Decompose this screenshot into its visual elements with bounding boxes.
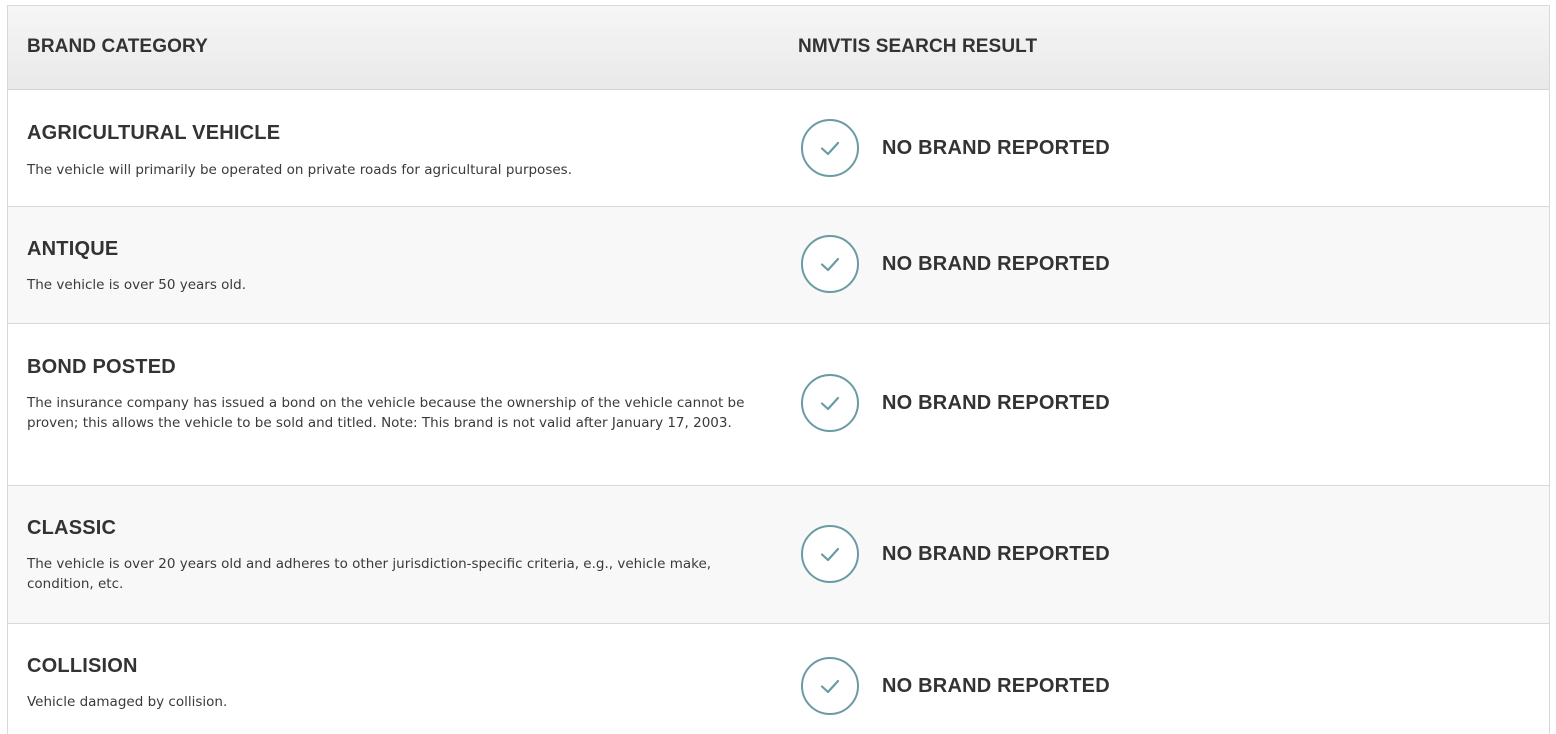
table-row: ANTIQUE The vehicle is over 50 years old… [8,207,1549,324]
brand-title: AGRICULTURAL VEHICLE [27,122,281,144]
search-result: NO BRAND REPORTED [801,235,1110,293]
search-result: NO BRAND REPORTED [801,119,1110,177]
result-label: NO BRAND REPORTED [882,542,1110,565]
result-label: NO BRAND REPORTED [882,252,1110,275]
brand-description: The vehicle is over 20 years old and adh… [27,556,712,592]
brand-description: Vehicle damaged by collision. [27,694,228,710]
brand-description: The vehicle will primarily be operated o… [27,162,572,178]
check-circle-icon [801,374,859,432]
brand-title: COLLISION [27,655,138,677]
brand-check-table: BRAND CATEGORY NMVTIS SEARCH RESULT AGRI… [7,5,1550,734]
table-header: BRAND CATEGORY NMVTIS SEARCH RESULT [8,6,1549,90]
header-nmvtis-search-result: NMVTIS SEARCH RESULT [798,36,1038,57]
check-circle-icon [801,235,859,293]
table-row: CLASSIC The vehicle is over 20 years old… [8,486,1549,624]
result-label: NO BRAND REPORTED [882,136,1110,159]
check-circle-icon [801,525,859,583]
brand-title: BOND POSTED [27,356,176,378]
search-result: NO BRAND REPORTED [801,525,1110,583]
search-result: NO BRAND REPORTED [801,657,1110,715]
table-row: AGRICULTURAL VEHICLE The vehicle will pr… [8,90,1549,207]
brand-description: The insurance company has issued a bond … [27,395,745,431]
search-result: NO BRAND REPORTED [801,374,1110,432]
table-row: BOND POSTED The insurance company has is… [8,324,1549,486]
result-label: NO BRAND REPORTED [882,674,1110,697]
brand-title: ANTIQUE [27,238,119,260]
result-label: NO BRAND REPORTED [882,391,1110,414]
check-circle-icon [801,657,859,715]
table-row: COLLISION Vehicle damaged by collision. … [8,624,1549,734]
brand-description: The vehicle is over 50 years old. [27,277,247,293]
header-brand-category: BRAND CATEGORY [27,36,208,57]
check-circle-icon [801,119,859,177]
brand-title: CLASSIC [27,517,117,539]
